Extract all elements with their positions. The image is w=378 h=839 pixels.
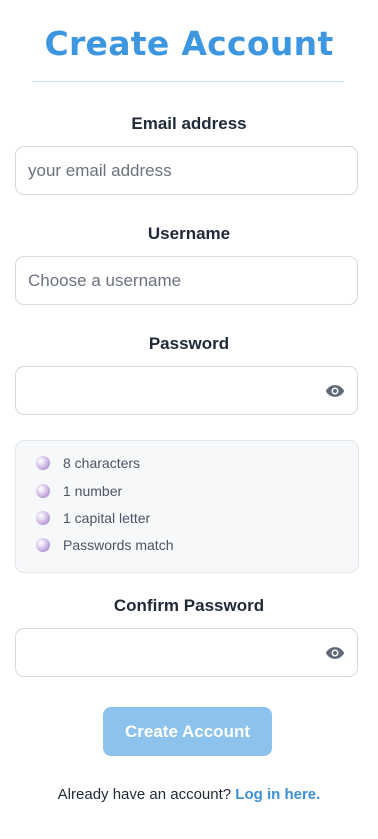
email-label: Email address [131,114,247,133]
bullet-icon [36,511,50,525]
username-label: Username [147,224,231,243]
password-requirements: 8 characters 1 number 1 capital letter P… [15,440,359,573]
username-input[interactable] [16,257,318,304]
email-input[interactable] [16,147,318,194]
signup-page: Create Account Email address Username Pa… [0,0,378,839]
requirement-label: 1 capital letter [63,510,151,526]
confirm-password-label: Confirm Password [113,596,265,615]
email-field-container [15,146,358,195]
confirm-password-field-container [15,628,358,677]
requirement-item: Passwords match [36,537,173,553]
requirement-item: 1 number [36,483,122,499]
requirement-label: Passwords match [63,537,174,553]
login-prompt: Already have an account? Log in here. [0,786,378,803]
requirement-label: 8 characters [63,455,141,471]
confirm-password-input[interactable] [16,629,318,676]
requirement-item: 1 capital letter [36,510,150,526]
page-title: Create Account [44,24,334,63]
login-prompt-text: Already have an account? [57,786,232,803]
username-field-container [15,256,358,305]
bullet-icon [36,484,50,498]
eye-icon[interactable] [325,645,345,661]
eye-icon[interactable] [325,383,345,399]
create-account-button[interactable]: Create Account [103,707,272,756]
password-input[interactable] [16,367,318,414]
password-label: Password [148,334,230,353]
requirement-item: 8 characters [36,455,140,471]
title-divider [32,81,344,82]
bullet-icon [36,456,50,470]
login-link[interactable]: Log in here. [235,786,320,803]
bullet-icon [36,538,50,552]
requirement-label: 1 number [63,483,123,499]
password-field-container [15,366,358,415]
